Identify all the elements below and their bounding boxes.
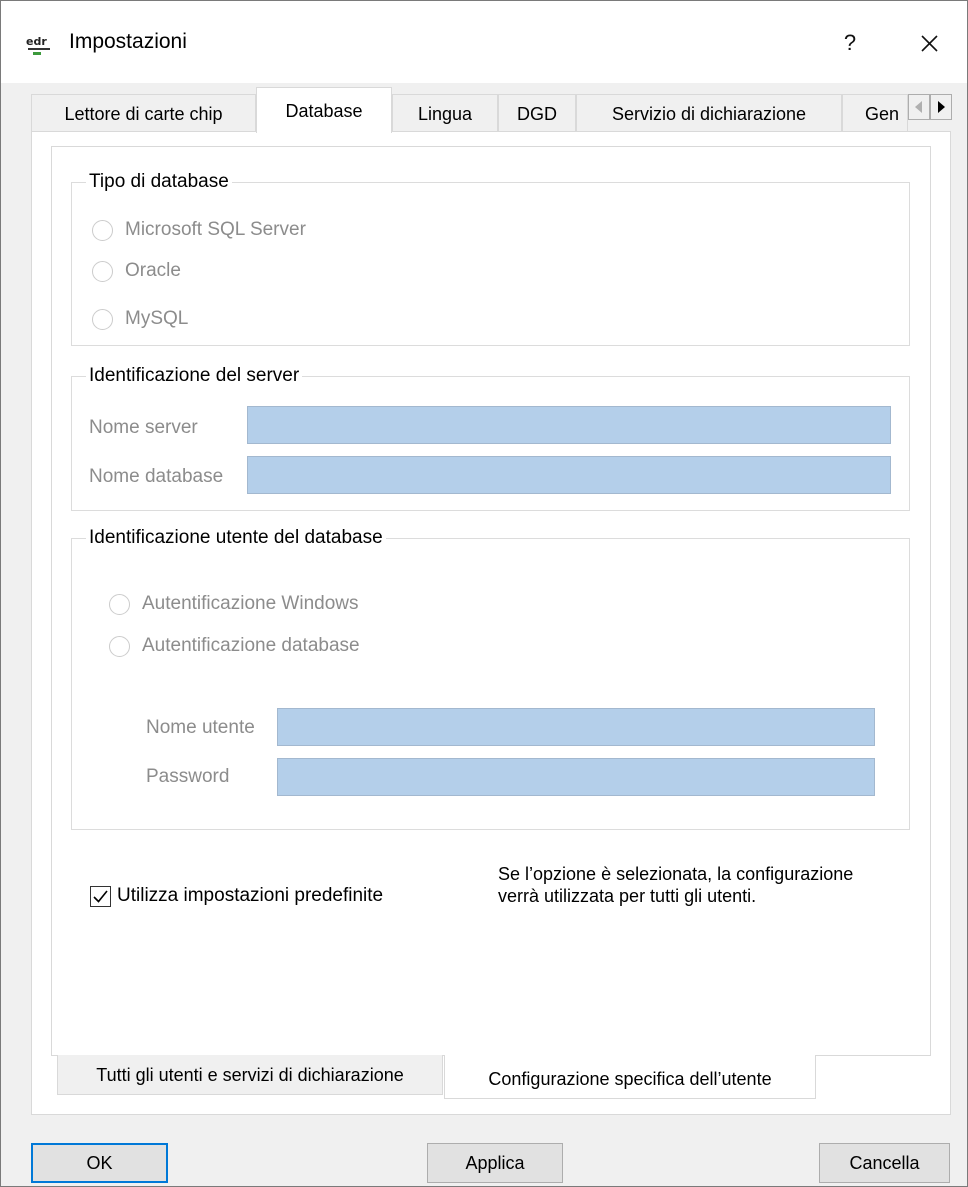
tab-scroll-right-button[interactable] bbox=[930, 94, 952, 120]
radio-windows-auth-label: Autentificazione Windows bbox=[142, 593, 359, 614]
username-field[interactable] bbox=[277, 708, 875, 746]
database-name-field[interactable] bbox=[247, 456, 891, 494]
help-button[interactable]: ? bbox=[827, 21, 873, 65]
radio-mysql[interactable]: MySQL bbox=[92, 306, 188, 332]
tab-all-users[interactable]: Tutti gli utenti e servizi di dichiarazi… bbox=[57, 1055, 443, 1095]
radio-oracle[interactable]: Oracle bbox=[92, 258, 181, 284]
server-identification-title: Identificazione del server bbox=[86, 365, 303, 387]
radio-oracle-label: Oracle bbox=[125, 260, 181, 281]
window-title: Impostazioni bbox=[69, 30, 187, 53]
radio-mssql-label: Microsoft SQL Server bbox=[125, 219, 306, 240]
database-type-group bbox=[71, 182, 910, 346]
radio-circle[interactable] bbox=[92, 219, 113, 241]
use-defaults-checkbox[interactable] bbox=[90, 885, 111, 907]
server-name-label: Nome server bbox=[89, 417, 198, 438]
use-defaults-checkbox-row[interactable]: Utilizza impostazioni predefinite bbox=[90, 885, 383, 907]
apply-button[interactable]: Applica bbox=[427, 1143, 563, 1183]
cancel-button[interactable]: Cancella bbox=[819, 1143, 950, 1183]
user-identification-title: Identificazione utente del database bbox=[86, 527, 386, 549]
radio-circle[interactable] bbox=[109, 593, 130, 615]
database-name-label: Nome database bbox=[89, 466, 224, 487]
defaults-note: Se l’opzione è selezionata, la configura… bbox=[498, 864, 854, 906]
radio-database-auth[interactable]: Autentificazione database bbox=[109, 633, 360, 659]
tab-user-specific-config[interactable]: Configurazione specifica dell’utente bbox=[444, 1055, 816, 1099]
tab-scroll-left-button[interactable] bbox=[908, 94, 930, 120]
ok-button[interactable]: OK bbox=[31, 1143, 168, 1183]
tab-chip-card-reader[interactable]: Lettore di carte chip bbox=[31, 94, 256, 132]
radio-windows-auth[interactable]: Autentificazione Windows bbox=[109, 591, 359, 617]
tab-general[interactable]: Gen bbox=[842, 94, 908, 132]
title-bar: edr Impostazioni ? bbox=[1, 1, 967, 83]
settings-dialog: edr Impostazioni ? Lettore di carte chip… bbox=[0, 0, 968, 1187]
radio-circle[interactable] bbox=[92, 308, 113, 330]
radio-mysql-label: MySQL bbox=[125, 308, 189, 329]
password-field[interactable] bbox=[277, 758, 875, 796]
use-defaults-label: Utilizza impostazioni predefinite bbox=[117, 885, 384, 906]
radio-circle[interactable] bbox=[109, 635, 130, 657]
password-label: Password bbox=[146, 766, 230, 787]
radio-circle[interactable] bbox=[92, 260, 113, 282]
server-name-field[interactable] bbox=[247, 406, 891, 444]
tab-dgd[interactable]: DGD bbox=[498, 94, 576, 132]
radio-database-auth-label: Autentificazione database bbox=[142, 635, 360, 656]
username-label: Nome utente bbox=[146, 717, 255, 738]
radio-mssql[interactable]: Microsoft SQL Server bbox=[92, 217, 306, 243]
chevron-right-icon bbox=[938, 101, 945, 113]
app-icon: edr bbox=[25, 32, 59, 56]
tab-language[interactable]: Lingua bbox=[392, 94, 498, 132]
checkmark-icon bbox=[93, 889, 108, 903]
close-icon[interactable] bbox=[906, 21, 952, 65]
database-type-title: Tipo di database bbox=[86, 171, 232, 193]
tab-declaration-service[interactable]: Servizio di dichiarazione bbox=[576, 94, 842, 132]
tab-database[interactable]: Database bbox=[256, 87, 392, 133]
svg-text:edr: edr bbox=[26, 35, 47, 48]
chevron-left-icon bbox=[915, 101, 922, 113]
